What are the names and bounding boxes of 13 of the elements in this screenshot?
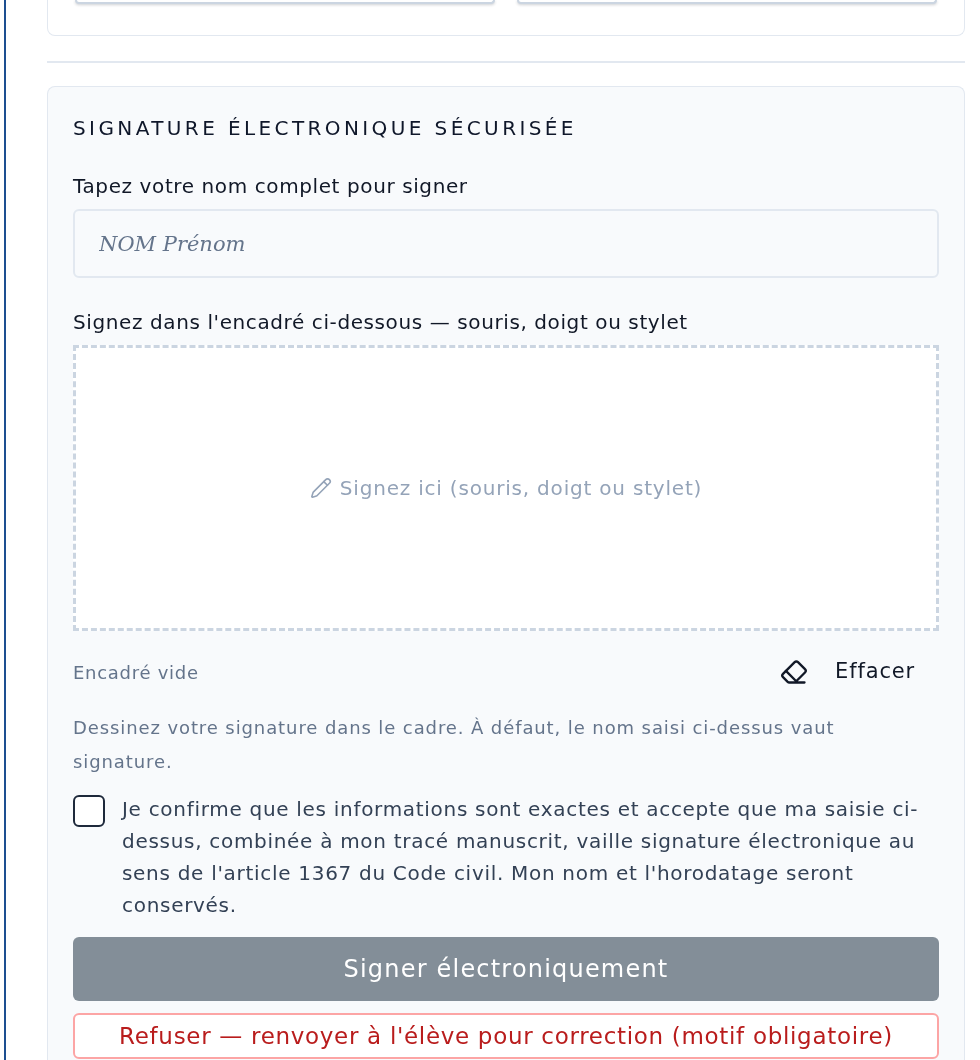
consent-text: Je confirme que les informations sont exactes et accepte que ma saisie ci-dessus, combinée à mon tracé manuscrit, vaille signature électronique au sens de l'article 1367 du Code civil. Mon nom et l'horodatage seront conservés.	[122, 796, 920, 919]
name-input[interactable]: NOM Prénom	[73, 209, 939, 278]
help-text: Dessinez votre signature dans le cadre. À défaut, le nom saisi ci-dessus vaut signature.	[73, 716, 836, 774]
field-label: Tapez votre nom complet pour signer	[73, 173, 468, 200]
pad-status: Encadré vide	[73, 660, 199, 685]
eraser-icon	[780, 658, 809, 686]
section-title: SIGNATURE ÉLECTRONIQUE SÉCURISÉE	[73, 115, 577, 142]
clear-button[interactable]: Effacer	[776, 656, 919, 688]
pencil-icon	[309, 477, 332, 499]
refuse-button[interactable]: Refuser — renvoyer à l'élève pour correction (motif obligatoire)	[73, 1013, 939, 1059]
pad-hint: Signez ici (souris, doigt ou stylet)	[339, 475, 703, 502]
consent-checkbox[interactable]	[73, 795, 105, 827]
field-label: Signez dans l'encadré ci-dessous — souris, doigt ou stylet	[73, 309, 688, 336]
